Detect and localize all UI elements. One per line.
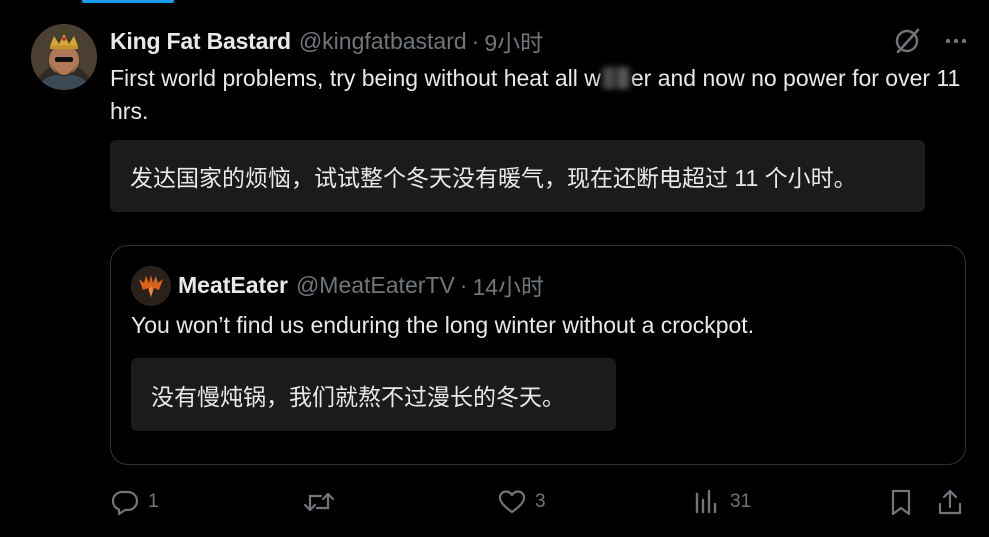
active-tab-indicator	[82, 0, 174, 3]
like-count: 3	[535, 491, 546, 512]
separator: ·	[471, 27, 480, 54]
translation-text: 发达国家的烦恼，试试整个冬天没有暖气，现在还断电超过 11 个小时。	[130, 165, 857, 191]
share-button[interactable]	[935, 484, 965, 520]
views-button[interactable]: 31	[692, 484, 751, 520]
display-name[interactable]: King Fat Bastard	[110, 28, 291, 55]
tweet-text: First world problems, try being without …	[110, 62, 980, 128]
quoted-separator: ·	[459, 271, 468, 298]
quoted-tweet[interactable]: MeatEater @MeatEaterTV · 14小时 You won’t …	[110, 245, 966, 465]
like-icon	[498, 490, 526, 514]
reply-button[interactable]: 1	[110, 484, 159, 520]
tweet-text-part1: First world problems, try being without …	[110, 65, 601, 91]
reply-icon	[111, 490, 139, 516]
quoted-display-name[interactable]: MeatEater	[178, 272, 288, 299]
quoted-timestamp[interactable]: 14小时	[472, 268, 544, 302]
grok-icon[interactable]	[893, 27, 921, 55]
translation-box: 发达国家的烦恼，试试整个冬天没有暖气，现在还断电超过 11 个小时。	[110, 140, 925, 212]
quoted-handle[interactable]: @MeatEaterTV	[296, 272, 455, 299]
header-actions	[893, 26, 969, 56]
avatar-image	[31, 24, 97, 90]
bookmark-icon	[891, 489, 911, 516]
redaction-blur	[600, 67, 631, 89]
reply-count: 1	[148, 491, 159, 512]
views-icon	[695, 489, 717, 514]
quoted-header: MeatEater @MeatEaterTV · 14小时	[178, 268, 544, 302]
quoted-text: You won’t find us enduring the long wint…	[131, 312, 755, 338]
retweet-button[interactable]	[303, 484, 343, 520]
action-bar: 1 3 31	[0, 484, 989, 520]
quoted-translation-box: 没有慢炖锅，我们就熬不过漫长的冬天。	[131, 358, 616, 431]
views-count: 31	[730, 491, 752, 512]
more-icon[interactable]	[943, 28, 969, 54]
tweet-header: King Fat Bastard @kingfatbastard · 9小时	[110, 24, 543, 58]
meateater-logo-icon	[131, 266, 171, 306]
quoted-avatar[interactable]	[131, 266, 171, 306]
quoted-translation-text: 没有慢炖锅，我们就熬不过漫长的冬天。	[151, 383, 565, 410]
timestamp[interactable]: 9小时	[484, 24, 543, 58]
share-icon	[938, 489, 962, 515]
bookmark-button[interactable]	[886, 484, 916, 520]
retweet-icon	[303, 492, 335, 512]
user-handle[interactable]: @kingfatbastard	[299, 28, 467, 55]
tweet-detail: King Fat Bastard @kingfatbastard · 9小时 F…	[0, 0, 989, 537]
avatar[interactable]	[31, 24, 97, 90]
like-button[interactable]: 3	[497, 484, 546, 520]
